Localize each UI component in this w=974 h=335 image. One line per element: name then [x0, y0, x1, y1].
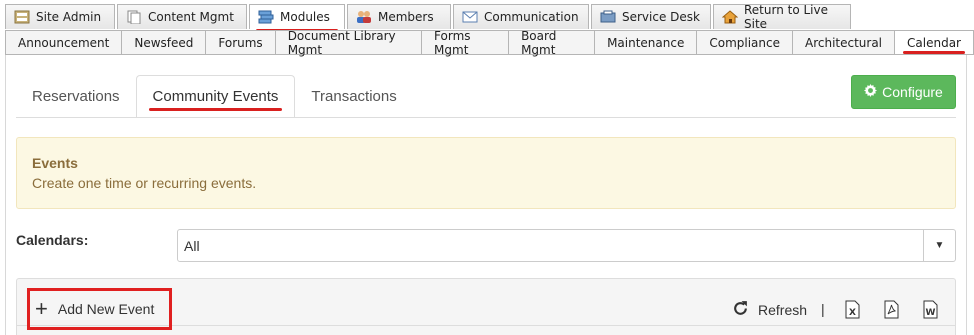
notice-title: Events [32, 155, 78, 171]
tab-return-live-site[interactable]: Return to Live Site [713, 3, 851, 31]
tab-label: Members [378, 10, 434, 24]
configure-label: Configure [882, 84, 943, 100]
configure-button[interactable]: Configure [851, 75, 956, 109]
tab-content-mgmt[interactable]: Content Mgmt [117, 4, 247, 29]
tab-communication[interactable]: Communication [453, 4, 589, 29]
active-underline [148, 108, 283, 111]
tab-site-admin[interactable]: Site Admin [5, 4, 115, 29]
subtab-label: Architectural [804, 35, 883, 50]
home-icon [721, 10, 739, 24]
tab-service-desk[interactable]: Service Desk [591, 4, 711, 29]
subtab-forms-mgmt[interactable]: Forms Mgmt [422, 28, 510, 57]
subtab-label: Announcement [18, 35, 110, 50]
subtab-label: Newsfeed [134, 35, 194, 50]
word-export-icon[interactable]: W [923, 300, 938, 319]
subtab-announcement[interactable]: Announcement [5, 31, 123, 55]
subtab-label: Forms Mgmt [434, 28, 471, 57]
svg-text:X: X [849, 308, 856, 318]
tab-members[interactable]: Members [347, 4, 451, 29]
subtab-newsfeed[interactable]: Newsfeed [122, 31, 207, 55]
gear-icon [864, 84, 878, 100]
tab-community-events[interactable]: Community Events [135, 75, 296, 118]
calendars-selected-value: All [184, 238, 200, 254]
calendars-select[interactable]: All ▼ [177, 229, 956, 262]
svg-text:W: W [926, 308, 936, 318]
subtab-board-mgmt[interactable]: Board Mgmt [509, 28, 596, 57]
tab-label: Site Admin [36, 10, 102, 24]
tab-label: Content Mgmt [148, 10, 234, 24]
subtab-label: Compliance [709, 35, 780, 50]
site-admin-icon [14, 10, 30, 24]
tab-label: Reservations [32, 87, 120, 105]
content-icon [126, 10, 142, 25]
caret-down-icon[interactable]: ▼ [923, 230, 955, 261]
pdf-export-icon[interactable] [884, 300, 899, 319]
service-desk-icon [600, 10, 616, 24]
subtab-label: Forums [218, 35, 263, 50]
subtab-label: Board Mgmt [521, 28, 557, 57]
tab-divider [16, 117, 956, 118]
subtab-compliance[interactable]: Compliance [697, 31, 793, 55]
subtab-architectural[interactable]: Architectural [792, 31, 896, 55]
refresh-button[interactable]: Refresh [732, 300, 807, 320]
top-tab-bar: Site Admin Content Mgmt Modules Members … [5, 3, 851, 32]
add-new-event-label: Add New Event [57, 301, 155, 317]
active-underline [903, 51, 965, 54]
tab-reservations[interactable]: Reservations [16, 75, 136, 117]
module-sub-tab-bar: Announcement Newsfeed Forums Document Li… [5, 28, 974, 57]
tab-label: Modules [280, 10, 330, 24]
notice-description: Create one time or recurring events. [32, 175, 257, 191]
plus-icon: + [35, 296, 48, 321]
envelope-icon [462, 10, 478, 24]
calendar-tab-bar: Reservations Community Events Transactio… [16, 75, 413, 118]
subtab-document-library[interactable]: Document Library Mgmt [275, 28, 423, 57]
subtab-forums[interactable]: Forums [206, 31, 276, 55]
refresh-icon [732, 300, 749, 320]
calendars-label: Calendars: [16, 232, 89, 248]
subtab-calendar[interactable]: Calendar [895, 31, 974, 55]
subtab-label: Document Library Mgmt [287, 28, 396, 57]
tab-label: Return to Live Site [744, 3, 828, 31]
tab-label: Communication [484, 10, 579, 24]
modules-icon [258, 10, 274, 24]
tab-transactions[interactable]: Transactions [295, 75, 412, 117]
content-border-right [966, 55, 967, 335]
tab-modules[interactable]: Modules [249, 4, 345, 32]
add-new-event-button[interactable]: + Add New Event [27, 288, 172, 330]
excel-export-icon[interactable]: X [845, 300, 860, 319]
refresh-label: Refresh [758, 302, 808, 318]
tab-label: Service Desk [622, 10, 700, 24]
tab-label: Transactions [311, 87, 397, 105]
members-icon [356, 10, 372, 24]
toolbar-separator: | [821, 301, 825, 317]
subtab-maintenance[interactable]: Maintenance [595, 31, 698, 55]
tab-label: Community Events [152, 88, 279, 105]
subtab-label: Maintenance [607, 35, 685, 50]
events-notice: Events Create one time or recurring even… [16, 137, 956, 209]
content-border-left [5, 55, 6, 335]
subtab-label: Calendar [907, 35, 961, 50]
